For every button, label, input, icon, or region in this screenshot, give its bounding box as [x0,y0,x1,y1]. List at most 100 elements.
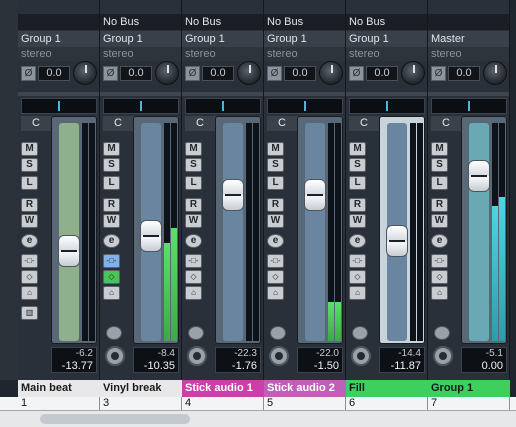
eq-bypass-button[interactable]: ◇ [431,270,448,284]
monitor-icon[interactable] [352,326,368,340]
input-gain-value[interactable]: 0.0 [284,66,316,81]
solo-button[interactable]: S [21,158,38,172]
record-enable-button[interactable] [351,346,371,366]
edit-channel-button[interactable]: e [185,234,202,248]
output-bus-selector[interactable]: No Bus [346,14,427,30]
solo-button[interactable]: S [185,158,202,172]
eq-bypass-button[interactable]: ◇ [103,270,120,284]
edit-channel-button[interactable]: e [431,234,448,248]
group-selector[interactable]: Master [428,31,509,47]
record-enable-button[interactable] [105,346,125,366]
channel-name-6[interactable]: Group 1 [428,380,510,397]
read-automation-button[interactable]: R [21,198,38,212]
eq-bypass-button[interactable]: ◇ [267,270,284,284]
mute-button[interactable]: M [267,142,284,156]
phase-invert-button[interactable]: Ø [431,66,446,81]
monitor-icon[interactable] [270,326,286,340]
pan-slider[interactable] [21,98,97,114]
listen-button[interactable]: L [431,176,448,190]
insert-bypass-button[interactable]: -□- [21,254,38,268]
horizontal-scrollbar[interactable] [0,410,516,427]
pan-slider[interactable] [431,98,507,114]
send-bypass-button[interactable]: ⌂ [103,286,120,300]
channel-name-5[interactable]: Fill [346,380,428,397]
fader-handle[interactable] [58,235,80,267]
mute-button[interactable]: M [185,142,202,156]
group-selector[interactable]: Group 1 [264,31,345,47]
solo-button[interactable]: S [267,158,284,172]
monitor-icon[interactable] [106,326,122,340]
group-selector[interactable]: Group 1 [18,31,99,47]
input-gain-value[interactable]: 0.0 [120,66,152,81]
read-automation-button[interactable]: R [103,198,120,212]
send-bypass-button[interactable]: ⌂ [349,286,366,300]
phase-invert-button[interactable]: Ø [267,66,282,81]
read-automation-button[interactable]: R [349,198,366,212]
send-bypass-button[interactable]: ⌂ [21,286,38,300]
input-gain-value[interactable]: 0.0 [448,66,480,81]
insert-bypass-button[interactable]: -□- [431,254,448,268]
phase-invert-button[interactable]: Ø [103,66,118,81]
pan-slider[interactable] [103,98,179,114]
input-gain-knob[interactable] [73,61,97,85]
input-gain-knob[interactable] [237,61,261,85]
output-bus-selector[interactable]: No Bus [100,14,181,30]
insert-bypass-button[interactable]: -□- [349,254,366,268]
pan-slider[interactable] [267,98,343,114]
edit-channel-button[interactable]: e [21,234,38,248]
write-automation-button[interactable]: W [103,214,120,228]
input-gain-value[interactable]: 0.0 [366,66,398,81]
pan-slider[interactable] [349,98,425,114]
fader-handle[interactable] [386,225,408,257]
phase-invert-button[interactable]: Ø [21,66,36,81]
eq-bypass-button[interactable]: ◇ [349,270,366,284]
write-automation-button[interactable]: W [21,214,38,228]
scrollbar-thumb[interactable] [40,414,190,424]
write-automation-button[interactable]: W [185,214,202,228]
insert-bypass-button[interactable]: -□- [103,254,120,268]
edit-channel-button[interactable]: e [103,234,120,248]
send-bypass-button[interactable]: ⌂ [267,286,284,300]
output-bus-selector[interactable]: No Bus [182,14,263,30]
fader-track[interactable] [305,123,325,341]
eq-bypass-button[interactable]: ◇ [185,270,202,284]
solo-button[interactable]: S [349,158,366,172]
edit-channel-button[interactable]: e [267,234,284,248]
insert-bypass-button[interactable]: -□- [267,254,284,268]
output-bus-selector[interactable] [428,14,509,30]
insert-bypass-button[interactable]: -□- [185,254,202,268]
record-enable-button[interactable] [433,346,453,366]
channel-name-4[interactable]: Stick audio 2 [264,380,346,397]
output-bus-selector[interactable]: No Bus [264,14,345,30]
input-gain-knob[interactable] [319,61,343,85]
solo-button[interactable]: S [431,158,448,172]
solo-button[interactable]: S [103,158,120,172]
write-automation-button[interactable]: W [267,214,284,228]
listen-button[interactable]: L [103,176,120,190]
write-automation-button[interactable]: W [349,214,366,228]
send-bypass-button[interactable]: ⌂ [185,286,202,300]
fader-handle[interactable] [304,179,326,211]
read-automation-button[interactable]: R [431,198,448,212]
read-automation-button[interactable]: R [267,198,284,212]
fader-handle[interactable] [140,220,162,252]
input-gain-knob[interactable] [483,61,507,85]
listen-button[interactable]: L [267,176,284,190]
input-gain-value[interactable]: 0.0 [202,66,234,81]
input-gain-value[interactable]: 0.0 [38,66,70,81]
output-bus-selector[interactable] [18,14,99,30]
listen-button[interactable]: L [349,176,366,190]
send-bypass-button[interactable]: ⌂ [431,286,448,300]
mute-button[interactable]: M [103,142,120,156]
mute-button[interactable]: M [349,142,366,156]
channel-name-1[interactable]: Main beat [18,380,100,397]
mute-button[interactable]: M [21,142,38,156]
input-gain-knob[interactable] [401,61,425,85]
channel-name-2[interactable]: Vinyl break [100,380,182,397]
channel-name-3[interactable]: Stick audio 1 [182,380,264,397]
record-enable-button[interactable] [269,346,289,366]
fader-track[interactable] [223,123,243,341]
record-enable-button[interactable] [187,346,207,366]
monitor-icon[interactable] [434,326,450,340]
fader-handle[interactable] [468,160,490,192]
